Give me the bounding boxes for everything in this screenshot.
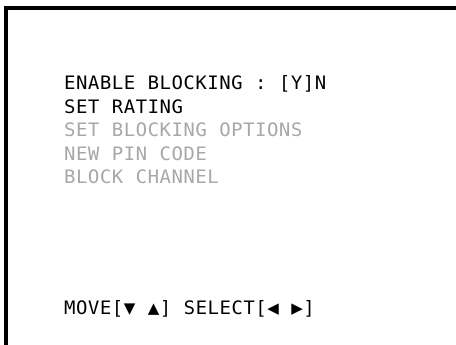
select-hint-close: ]: [303, 297, 316, 319]
up-arrow-icon: ▲: [147, 299, 160, 317]
osd-window: ENABLE BLOCKING : [Y]N SET RATING SET BL…: [4, 6, 456, 345]
menu-item-set-blocking-options: SET BLOCKING OPTIONS: [64, 119, 303, 141]
right-arrow-icon: ▶: [291, 299, 304, 317]
down-arrow-icon: ▼: [123, 299, 136, 317]
navigation-hint: MOVE[▼ ▲] SELECT[◀ ▶]: [64, 296, 315, 320]
menu-item-block-channel: BLOCK CHANNEL: [64, 166, 220, 188]
move-hint-close: ]: [159, 297, 172, 319]
move-hint-label: MOVE[: [64, 297, 124, 319]
select-hint-label: SELECT[: [183, 297, 268, 319]
left-arrow-icon: ◀: [267, 299, 280, 317]
menu-item-set-rating[interactable]: SET RATING: [64, 96, 327, 120]
menu-item-new-pin-code: NEW PIN CODE: [64, 142, 208, 165]
menu-item-enable-blocking[interactable]: ENABLE BLOCKING : [Y]N: [64, 72, 327, 96]
blocking-menu: ENABLE BLOCKING : [Y]N SET RATING SET BL…: [64, 72, 327, 190]
